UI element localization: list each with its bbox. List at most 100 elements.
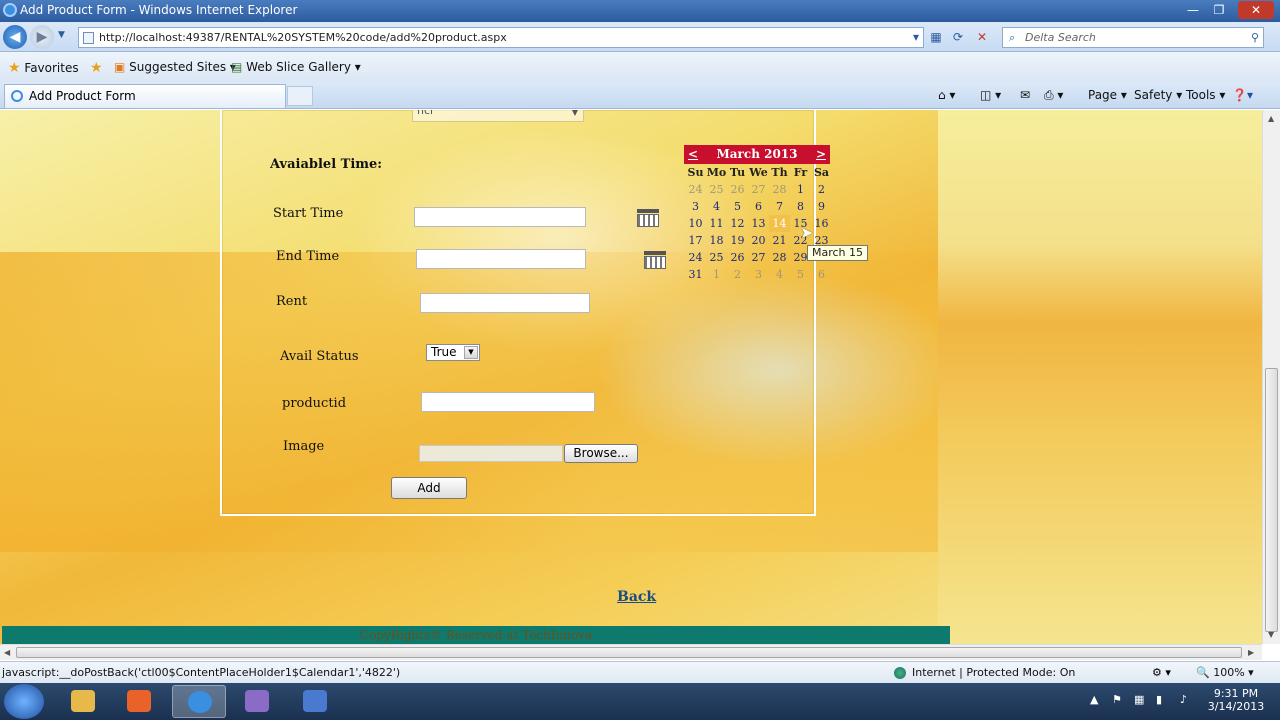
calendar-day[interactable]: 24: [685, 249, 706, 266]
category-select[interactable]: ncr ▼: [412, 110, 584, 122]
tray-flag-icon[interactable]: ⚑: [1112, 693, 1122, 706]
browse-button[interactable]: Browse...: [564, 444, 638, 463]
address-input[interactable]: http://localhost:49387/RENTAL%20SYSTEM%2…: [78, 27, 924, 48]
home-icon[interactable]: ⌂ ▾: [938, 88, 955, 102]
calendar-day[interactable]: 14: [769, 215, 790, 232]
calendar-day[interactable]: 11: [706, 215, 727, 232]
search-input[interactable]: ⌕ Delta Search ⚲: [1002, 27, 1264, 48]
add-button[interactable]: Add: [391, 477, 467, 499]
calendar-day[interactable]: 5: [727, 198, 748, 215]
safety-menu[interactable]: Safety ▾: [1134, 88, 1182, 102]
calendar-day[interactable]: 25: [706, 181, 727, 198]
calendar-day[interactable]: 25: [706, 249, 727, 266]
calendar-day[interactable]: 27: [748, 249, 769, 266]
tools-menu[interactable]: Tools ▾: [1186, 88, 1225, 102]
calendar-day[interactable]: 1: [790, 181, 811, 198]
page-menu[interactable]: Page ▾: [1088, 88, 1127, 102]
calendar-day[interactable]: 1: [706, 266, 727, 283]
print-icon[interactable]: ⎙ ▾: [1044, 88, 1063, 103]
start-time-calendar-icon[interactable]: [637, 209, 659, 227]
scroll-up-icon[interactable]: ▲: [1268, 114, 1274, 123]
calendar-day[interactable]: 27: [748, 181, 769, 198]
scroll-right-icon[interactable]: ▶: [1248, 648, 1254, 657]
tray-volume-icon[interactable]: ♪: [1180, 693, 1187, 706]
horizontal-scrollbar[interactable]: ◀ ▶: [0, 644, 1262, 660]
tray-power-icon[interactable]: ▮: [1156, 693, 1162, 706]
taskbar-media-player[interactable]: [112, 685, 166, 718]
tab-add-product-form[interactable]: Add Product Form: [4, 84, 286, 108]
calendar-day[interactable]: 6: [748, 198, 769, 215]
scroll-down-icon[interactable]: ▼: [1268, 630, 1274, 639]
calendar-prev-month-link[interactable]: <: [688, 145, 698, 164]
calendar-day[interactable]: 19: [727, 232, 748, 249]
security-zone[interactable]: Internet | Protected Mode: On: [894, 662, 1075, 684]
calendar-day[interactable]: 24: [685, 181, 706, 198]
close-window-button[interactable]: ✕: [1238, 1, 1274, 19]
calendar-day[interactable]: 9: [811, 198, 832, 215]
calendar-day[interactable]: 28: [769, 181, 790, 198]
feeds-icon[interactable]: ◫ ▾: [980, 88, 1001, 102]
calendar-day[interactable]: 5: [790, 266, 811, 283]
read-mail-icon[interactable]: ✉: [1020, 88, 1030, 102]
favorites-button[interactable]: ★ Favorites: [8, 60, 79, 76]
avail-status-select[interactable]: True ▼: [426, 344, 480, 361]
zoom-level[interactable]: 🔍 100% ▾: [1196, 662, 1254, 684]
scroll-left-icon[interactable]: ◀: [4, 648, 10, 657]
calendar-day[interactable]: 10: [685, 215, 706, 232]
end-time-input[interactable]: [416, 249, 586, 269]
suggested-sites-button[interactable]: ▣ Suggested Sites ▾: [114, 60, 236, 74]
calendar-day[interactable]: 8: [790, 198, 811, 215]
horizontal-scroll-thumb[interactable]: [16, 647, 1242, 658]
calendar-day[interactable]: 4: [769, 266, 790, 283]
recent-pages-icon[interactable]: ▼: [58, 30, 65, 40]
taskbar-internet-explorer[interactable]: [172, 685, 226, 718]
address-dropdown-icon[interactable]: ▾: [906, 27, 926, 47]
calendar-day[interactable]: 2: [727, 266, 748, 283]
calendar-day[interactable]: 2: [811, 181, 832, 198]
calendar-day[interactable]: 4: [706, 198, 727, 215]
calendar-day[interactable]: 26: [727, 181, 748, 198]
protected-mode-icon[interactable]: ⚙ ▾: [1152, 662, 1171, 684]
calendar-day[interactable]: 21: [769, 232, 790, 249]
refresh-icon[interactable]: ⟳: [948, 27, 968, 47]
calendar-day[interactable]: 13: [748, 215, 769, 232]
image-file-path[interactable]: [419, 445, 563, 462]
back-nav-button[interactable]: ◀: [3, 25, 27, 49]
calendar-day[interactable]: 17: [685, 232, 706, 249]
calendar-day[interactable]: 28: [769, 249, 790, 266]
vertical-scroll-thumb[interactable]: [1265, 368, 1278, 632]
vertical-scrollbar[interactable]: ▲ ▼: [1262, 110, 1280, 644]
calendar-day[interactable]: 12: [727, 215, 748, 232]
calendar-day[interactable]: 16: [811, 215, 832, 232]
tray-show-hidden-icon[interactable]: ▲: [1090, 693, 1098, 706]
start-button[interactable]: [4, 684, 44, 719]
add-favorites-icon[interactable]: ★: [90, 60, 103, 76]
calendar-day[interactable]: 3: [685, 198, 706, 215]
taskbar-explorer[interactable]: [56, 685, 110, 718]
calendar-next-month-link[interactable]: >: [816, 145, 826, 164]
search-icon[interactable]: ⚲: [1251, 28, 1259, 47]
stop-icon[interactable]: ✕: [972, 27, 992, 47]
compatibility-view-icon[interactable]: ▦: [926, 27, 946, 47]
taskbar-visual-studio[interactable]: [230, 685, 284, 718]
tray-clock[interactable]: 9:31 PM 3/14/2013: [1204, 687, 1268, 713]
web-slice-gallery-button[interactable]: ▤ Web Slice Gallery ▾: [231, 60, 361, 74]
help-icon[interactable]: ❓▾: [1232, 88, 1253, 102]
new-tab-button[interactable]: [287, 86, 313, 106]
start-time-input[interactable]: [414, 207, 586, 227]
calendar-day[interactable]: 18: [706, 232, 727, 249]
productid-input[interactable]: [421, 392, 595, 412]
calendar-day[interactable]: 3: [748, 266, 769, 283]
back-link[interactable]: Back: [617, 589, 656, 605]
calendar-day[interactable]: 20: [748, 232, 769, 249]
minimize-button[interactable]: —: [1180, 1, 1206, 19]
calendar-day[interactable]: 6: [811, 266, 832, 283]
calendar-day[interactable]: 7: [769, 198, 790, 215]
calendar-day[interactable]: 31: [685, 266, 706, 283]
maximize-button[interactable]: ❐: [1206, 1, 1232, 19]
tray-network-icon[interactable]: ▦: [1134, 693, 1144, 706]
end-time-calendar-icon[interactable]: [644, 251, 666, 269]
forward-nav-button[interactable]: ▶: [30, 25, 54, 49]
taskbar-app[interactable]: [288, 685, 342, 718]
calendar-day[interactable]: 26: [727, 249, 748, 266]
